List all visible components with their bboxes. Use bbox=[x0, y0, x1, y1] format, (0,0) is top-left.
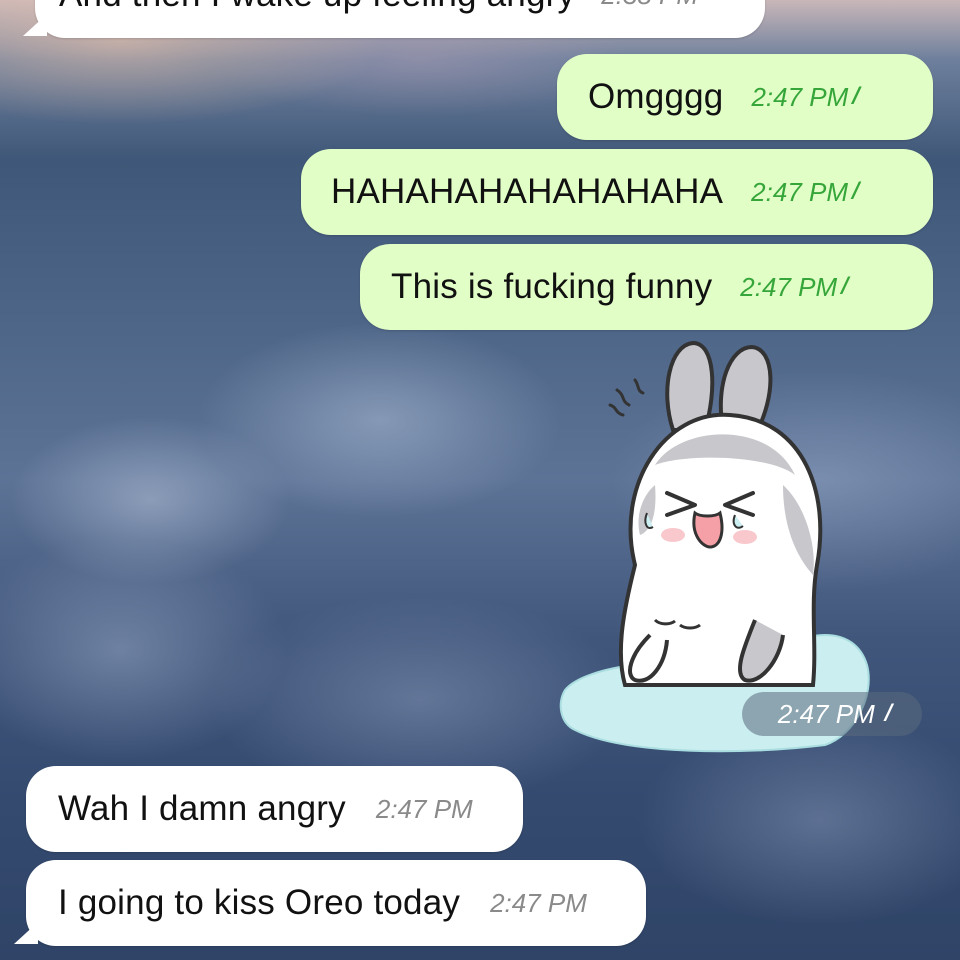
message-meta: 2:47 PM // bbox=[751, 176, 861, 208]
bubble-tail bbox=[23, 14, 47, 36]
sticker-timestamp-badge: 2:47 PM // bbox=[742, 692, 922, 736]
time-label: 2:47 PM bbox=[751, 81, 849, 112]
message-text: Wah I damn angry bbox=[58, 789, 346, 828]
message-meta: 2:47 PM bbox=[490, 888, 587, 919]
message-text: I going to kiss Oreo today bbox=[58, 883, 461, 922]
message-text: HAHAHAHAHAHAHAHA bbox=[331, 172, 724, 211]
time-label: 2:47 PM bbox=[490, 887, 587, 918]
message-bubble-incoming[interactable]: Wah I damn angry 2:47 PM bbox=[26, 766, 523, 852]
time-label: 2:38 PM bbox=[601, 0, 698, 11]
message-bubble-incoming-partial[interactable]: And then I wake up feeling angry 2:38 PM bbox=[23, 0, 765, 38]
message-text: Omgggg bbox=[588, 77, 724, 116]
message-text: And then I wake up feeling angry bbox=[59, 0, 575, 15]
double-check-icon: // bbox=[852, 83, 861, 110]
double-check-icon: // bbox=[852, 178, 861, 205]
message-bubble-outgoing[interactable]: This is fucking funny 2:47 PM // bbox=[360, 244, 933, 330]
bubble-tail bbox=[14, 922, 38, 944]
time-label: 2:47 PM bbox=[375, 793, 473, 824]
message-bubble-outgoing[interactable]: HAHAHAHAHAHAHAHA 2:47 PM // bbox=[301, 149, 933, 235]
message-meta: 2:47 PM // bbox=[751, 81, 861, 113]
double-check-icon: // bbox=[841, 273, 850, 300]
message-time: 2:38 PM bbox=[601, 0, 698, 11]
message-bubble-outgoing[interactable]: Omgggg 2:47 PM // bbox=[557, 54, 933, 140]
time-label: 2:47 PM bbox=[740, 271, 838, 302]
double-check-icon: // bbox=[884, 700, 894, 727]
time-label: 2:47 PM bbox=[777, 698, 875, 729]
message-meta: 2:47 PM bbox=[376, 794, 473, 825]
message-text: This is fucking funny bbox=[391, 267, 713, 306]
message-bubble-incoming[interactable]: I going to kiss Oreo today 2:47 PM bbox=[14, 860, 646, 946]
message-meta: 2:47 PM // bbox=[740, 271, 850, 303]
time-label: 2:47 PM bbox=[751, 176, 848, 207]
